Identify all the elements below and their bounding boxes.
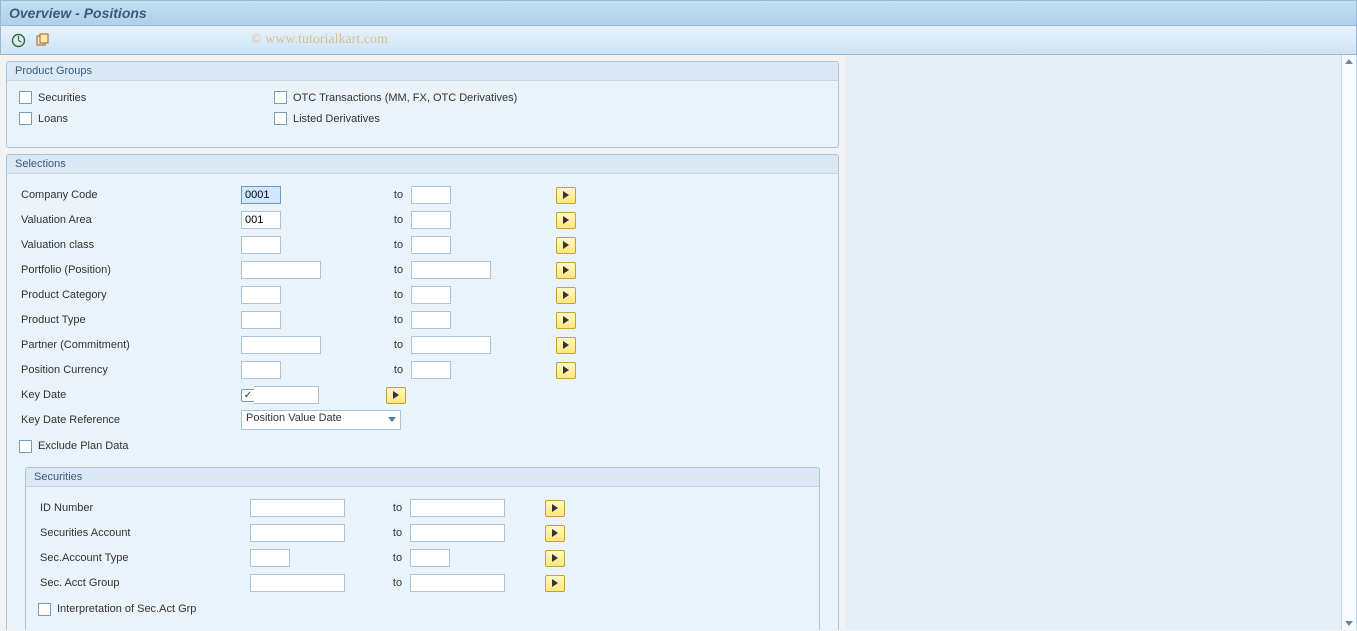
securities-panel: Securities ID Number to Securities Accou… xyxy=(25,467,820,630)
acct-group-multi-icon[interactable] xyxy=(545,575,565,592)
key-date-ref-select[interactable]: Position Value Date xyxy=(241,410,401,430)
valuation-class-to[interactable] xyxy=(411,236,451,254)
valuation-area-to[interactable] xyxy=(411,211,451,229)
sec-account-label: Securities Account xyxy=(38,527,250,539)
acct-type-multi-icon[interactable] xyxy=(545,550,565,567)
exclude-plan-checkbox[interactable] xyxy=(19,440,32,453)
position-currency-from[interactable] xyxy=(241,361,281,379)
id-number-label: ID Number xyxy=(38,502,250,514)
key-date-label: Key Date xyxy=(19,389,241,401)
selections-heading: Selections xyxy=(7,155,838,174)
position-currency-label: Position Currency xyxy=(19,364,241,376)
loans-checkbox[interactable] xyxy=(19,112,32,125)
valuation-area-from[interactable] xyxy=(241,211,281,229)
product-category-label: Product Category xyxy=(19,289,241,301)
partner-multi-icon[interactable] xyxy=(556,337,576,354)
product-category-multi-icon[interactable] xyxy=(556,287,576,304)
listed-checkbox[interactable] xyxy=(274,112,287,125)
execute-icon[interactable] xyxy=(9,31,27,49)
page-title-bar: Overview - Positions xyxy=(0,0,1357,26)
product-type-multi-icon[interactable] xyxy=(556,312,576,329)
company-code-multi-icon[interactable] xyxy=(556,187,576,204)
selections-panel: Selections Company Code to Valuation Are… xyxy=(6,154,839,630)
right-gutter xyxy=(845,55,1357,630)
key-date-input[interactable] xyxy=(254,386,319,404)
valuation-area-label: Valuation Area xyxy=(19,214,241,226)
key-date-multi-icon[interactable] xyxy=(386,387,406,404)
position-currency-multi-icon[interactable] xyxy=(556,362,576,379)
otc-label: OTC Transactions (MM, FX, OTC Derivative… xyxy=(293,92,517,104)
id-number-to[interactable] xyxy=(410,499,505,517)
company-code-label: Company Code xyxy=(19,189,241,201)
partner-label: Partner (Commitment) xyxy=(19,339,241,351)
id-number-from[interactable] xyxy=(250,499,345,517)
portfolio-label: Portfolio (Position) xyxy=(19,264,241,276)
id-number-multi-icon[interactable] xyxy=(545,500,565,517)
to-label: to xyxy=(386,189,411,201)
valuation-class-from[interactable] xyxy=(241,236,281,254)
company-code-from[interactable] xyxy=(241,186,281,204)
product-groups-panel: Product Groups Securities OTC Transactio… xyxy=(6,61,839,148)
sec-account-from[interactable] xyxy=(250,524,345,542)
product-category-to[interactable] xyxy=(411,286,451,304)
acct-type-from[interactable] xyxy=(250,549,290,567)
company-code-to[interactable] xyxy=(411,186,451,204)
listed-label: Listed Derivatives xyxy=(293,113,380,125)
sec-account-to[interactable] xyxy=(410,524,505,542)
acct-type-to[interactable] xyxy=(410,549,450,567)
valuation-class-multi-icon[interactable] xyxy=(556,237,576,254)
securities-heading: Securities xyxy=(26,468,819,487)
variant-icon[interactable] xyxy=(33,31,51,49)
acct-group-to[interactable] xyxy=(410,574,505,592)
valuation-area-multi-icon[interactable] xyxy=(556,212,576,229)
product-type-to[interactable] xyxy=(411,311,451,329)
product-groups-heading: Product Groups xyxy=(7,62,838,81)
acct-group-label: Sec. Acct Group xyxy=(38,577,250,589)
interpretation-label: Interpretation of Sec.Act Grp xyxy=(57,603,196,615)
chevron-down-icon xyxy=(388,417,396,422)
content-wrap: Product Groups Securities OTC Transactio… xyxy=(0,55,1357,630)
interpretation-checkbox[interactable] xyxy=(38,603,51,616)
key-date-ref-value: Position Value Date xyxy=(246,412,342,424)
watermark-text: © www.tutorialkart.com xyxy=(251,32,388,48)
exclude-plan-label: Exclude Plan Data xyxy=(38,440,129,452)
sec-account-multi-icon[interactable] xyxy=(545,525,565,542)
product-type-from[interactable] xyxy=(241,311,281,329)
loans-label: Loans xyxy=(38,113,68,125)
product-category-from[interactable] xyxy=(241,286,281,304)
page-title: Overview - Positions xyxy=(9,5,147,21)
portfolio-to[interactable] xyxy=(411,261,491,279)
securities-label: Securities xyxy=(38,92,86,104)
app-toolbar: © www.tutorialkart.com xyxy=(0,26,1357,55)
position-currency-to[interactable] xyxy=(411,361,451,379)
key-date-ref-label: Key Date Reference xyxy=(19,414,241,426)
vertical-scrollbar[interactable] xyxy=(1341,55,1357,630)
acct-type-label: Sec.Account Type xyxy=(38,552,250,564)
portfolio-from[interactable] xyxy=(241,261,321,279)
otc-checkbox[interactable] xyxy=(274,91,287,104)
portfolio-multi-icon[interactable] xyxy=(556,262,576,279)
partner-from[interactable] xyxy=(241,336,321,354)
main-area: Product Groups Securities OTC Transactio… xyxy=(0,55,845,630)
valuation-class-label: Valuation class xyxy=(19,239,241,251)
product-type-label: Product Type xyxy=(19,314,241,326)
partner-to[interactable] xyxy=(411,336,491,354)
acct-group-from[interactable] xyxy=(250,574,345,592)
key-date-checkbox[interactable] xyxy=(241,389,254,402)
securities-checkbox[interactable] xyxy=(19,91,32,104)
